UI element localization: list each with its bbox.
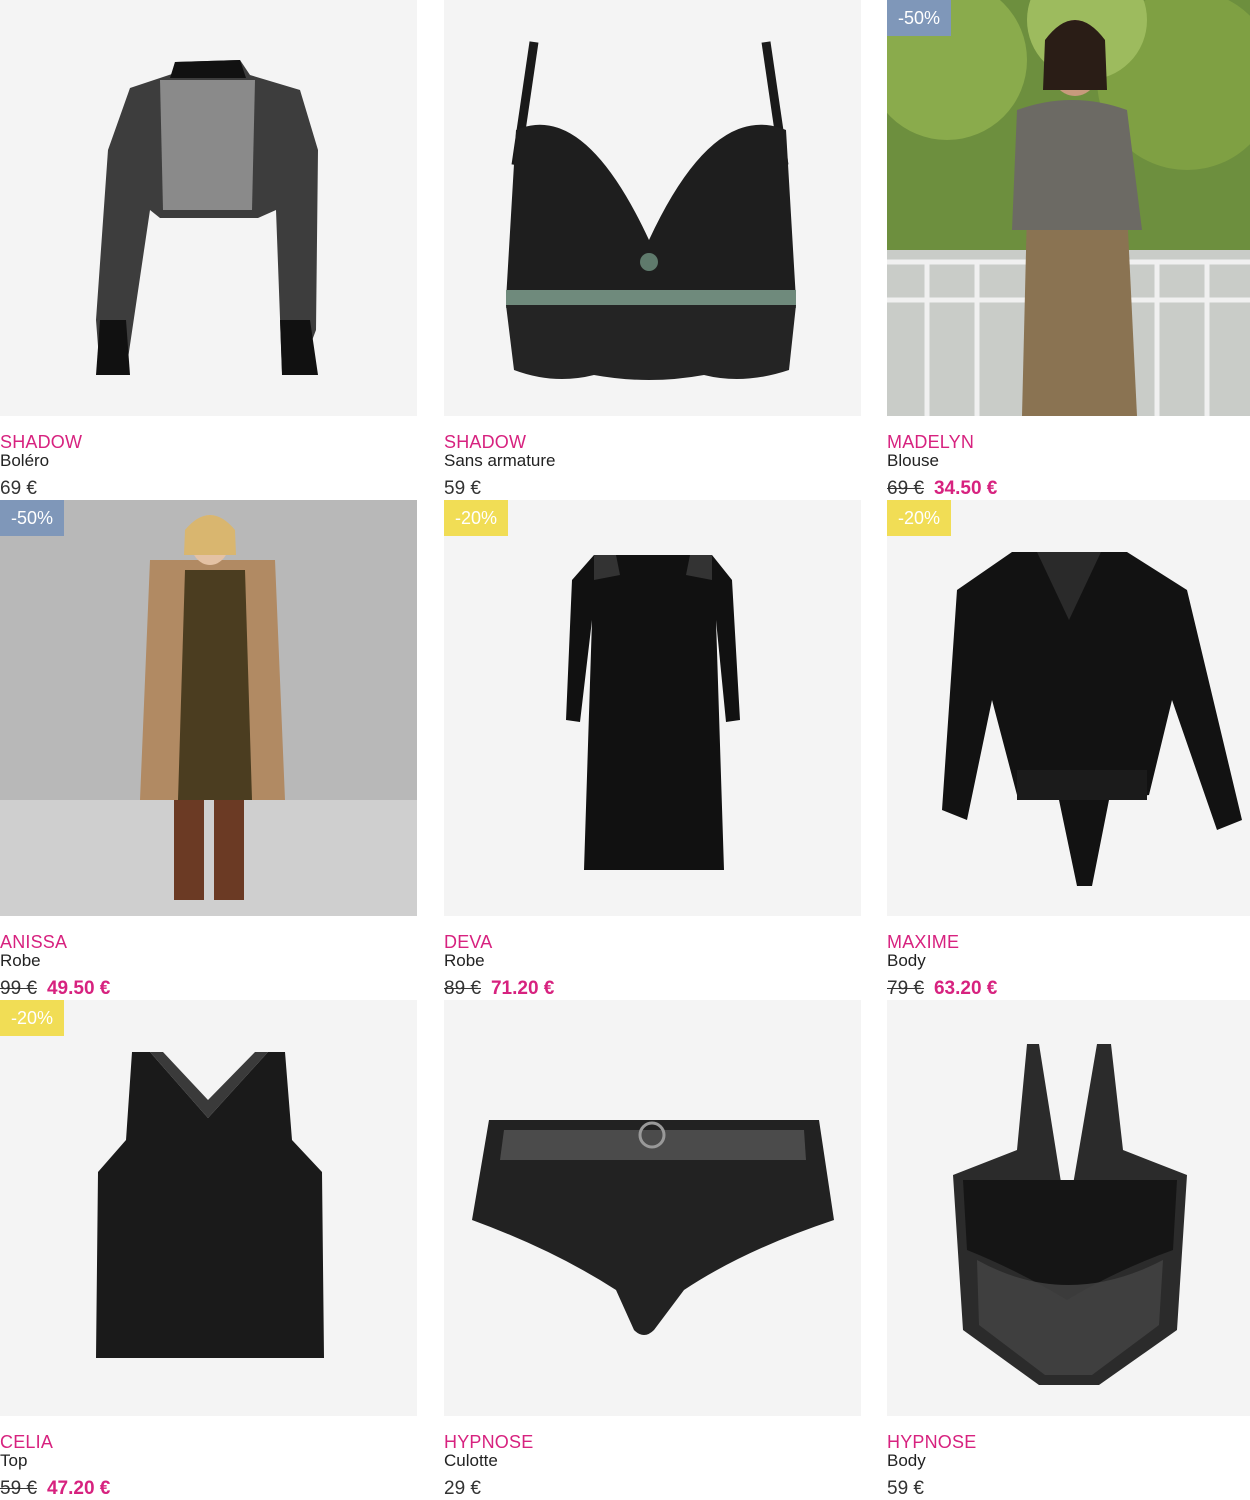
product-brand[interactable]: MADELYN xyxy=(887,432,974,453)
woman-blouse-photo xyxy=(887,0,1250,416)
sale-price: 71.20 € xyxy=(490,978,555,999)
product-brand[interactable]: SHADOW xyxy=(0,432,82,453)
product-name[interactable]: Body xyxy=(887,951,926,971)
product-price: 69 € xyxy=(0,478,37,500)
product-price: 69 € 34.50 € xyxy=(887,478,997,500)
lace-bralette-illustration xyxy=(506,41,796,380)
product-card[interactable]: -20% CELIA Top 59 € 47.20 € xyxy=(0,1000,417,1500)
woman-robe-photo xyxy=(0,500,417,916)
product-brand[interactable]: MAXIME xyxy=(887,932,959,953)
product-image[interactable]: -50% xyxy=(0,500,417,916)
product-card[interactable]: -20% MAXIME Body 79 € 63.20 € xyxy=(887,500,1250,1000)
product-name[interactable]: Culotte xyxy=(444,1451,498,1471)
original-price: 79 € xyxy=(887,978,924,999)
product-image[interactable]: -20% xyxy=(0,1000,417,1416)
product-image[interactable] xyxy=(0,0,417,416)
product-card[interactable]: -50% ANISSA Robe 99 € 49.50 € xyxy=(0,500,417,1000)
product-name[interactable]: Robe xyxy=(0,951,41,971)
product-price: 99 € 49.50 € xyxy=(0,978,110,1000)
product-brand[interactable]: HYPNOSE xyxy=(887,1432,976,1453)
product-name[interactable]: Sans armature xyxy=(444,451,556,471)
product-card[interactable]: HYPNOSE Culotte 29 € xyxy=(444,1000,861,1500)
product-name[interactable]: Blouse xyxy=(887,451,939,471)
sale-price: 34.50 € xyxy=(933,478,998,499)
product-grid: SHADOW Boléro 69 € SHADOW Sans armature … xyxy=(0,0,1250,1500)
product-name[interactable]: Top xyxy=(0,1451,27,1471)
product-name[interactable]: Body xyxy=(887,1451,926,1471)
price-value: 59 € xyxy=(887,1478,924,1499)
product-price: 89 € 71.20 € xyxy=(444,978,554,1000)
product-price: 29 € xyxy=(444,1478,481,1500)
product-card[interactable]: -50% MADELYN Blouse 69 € 34.50 € xyxy=(887,0,1250,500)
lace-bodysuit-illustration xyxy=(953,1044,1187,1385)
product-brand[interactable]: ANISSA xyxy=(0,932,67,953)
product-card[interactable]: SHADOW Sans armature 59 € xyxy=(444,0,861,500)
black-lace-dress-illustration xyxy=(566,555,740,870)
product-card[interactable]: SHADOW Boléro 69 € xyxy=(0,0,417,500)
product-image[interactable] xyxy=(887,1000,1250,1416)
product-image[interactable]: -20% xyxy=(887,500,1250,916)
product-brand[interactable]: HYPNOSE xyxy=(444,1432,533,1453)
original-price: 99 € xyxy=(0,978,37,999)
lace-bolero-illustration xyxy=(96,60,318,375)
product-brand[interactable]: SHADOW xyxy=(444,432,526,453)
original-price: 89 € xyxy=(444,978,481,999)
price-value: 69 € xyxy=(0,478,37,499)
product-brand[interactable]: CELIA xyxy=(0,1432,53,1453)
product-card[interactable]: HYPNOSE Body 59 € xyxy=(887,1000,1250,1500)
discount-badge: -20% xyxy=(444,500,509,536)
product-name[interactable]: Robe xyxy=(444,951,485,971)
product-brand[interactable]: DEVA xyxy=(444,932,492,953)
product-price: 59 € xyxy=(887,1478,924,1500)
discount-badge: -50% xyxy=(0,500,65,536)
lace-culotte-illustration xyxy=(472,1120,834,1335)
price-value: 29 € xyxy=(444,1478,481,1499)
product-image[interactable] xyxy=(444,0,861,416)
black-blouse-body-illustration xyxy=(942,552,1242,886)
discount-badge: -20% xyxy=(0,1000,65,1036)
product-image[interactable] xyxy=(444,1000,861,1416)
sale-price: 47.20 € xyxy=(46,1478,111,1499)
product-name[interactable]: Boléro xyxy=(0,451,49,471)
price-value: 59 € xyxy=(444,478,481,499)
sale-price: 49.50 € xyxy=(46,978,111,999)
product-image[interactable]: -50% xyxy=(887,0,1250,416)
original-price: 59 € xyxy=(0,1478,37,1499)
black-lace-top-illustration xyxy=(96,1052,324,1358)
product-price: 59 € xyxy=(444,478,481,500)
product-card[interactable]: -20% DEVA Robe 89 € 71.20 € xyxy=(444,500,861,1000)
discount-badge: -50% xyxy=(887,0,952,36)
discount-badge: -20% xyxy=(887,500,952,536)
product-price: 79 € 63.20 € xyxy=(887,978,997,1000)
product-image[interactable]: -20% xyxy=(444,500,861,916)
original-price: 69 € xyxy=(887,478,924,499)
product-price: 59 € 47.20 € xyxy=(0,1478,110,1500)
sale-price: 63.20 € xyxy=(933,978,998,999)
